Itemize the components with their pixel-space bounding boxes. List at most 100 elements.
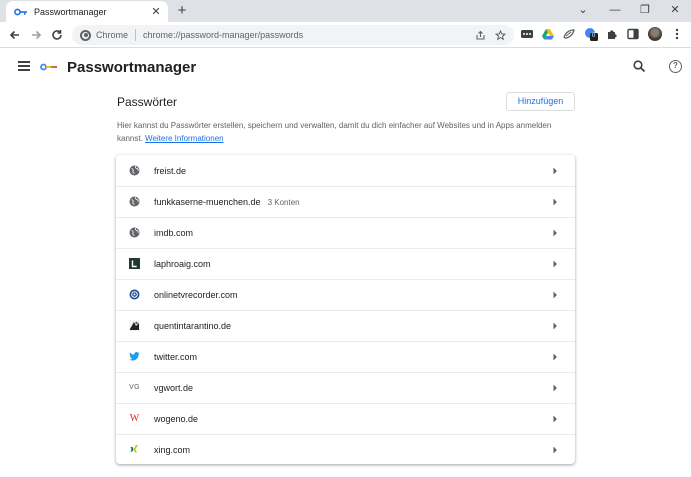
tab-search-icon[interactable]: ⌄ — [568, 2, 598, 18]
address-bar[interactable]: Chrome chrome://password-manager/passwor… — [72, 25, 514, 45]
chevron-right-icon[interactable] — [552, 446, 558, 454]
more-menu-icon[interactable] — [670, 27, 684, 41]
password-entry-row[interactable]: freist.de — [116, 155, 575, 186]
row-divider — [116, 248, 575, 249]
app-header: Passwortmanager ? — [0, 49, 691, 87]
otr-icon — [129, 289, 140, 300]
site-url: wogeno.de — [154, 413, 199, 424]
passwords-description: Hier kannst du Passwörter erstellen, spe… — [117, 119, 567, 145]
site-name: imdb.com — [154, 228, 200, 238]
row-divider — [116, 372, 575, 373]
profile-avatar[interactable] — [648, 27, 662, 41]
chevron-right-icon[interactable] — [552, 198, 558, 206]
reload-icon[interactable] — [48, 26, 66, 44]
extension-glyph-icon[interactable] — [562, 27, 576, 41]
site-url: vgwort.de — [154, 382, 194, 393]
site-url: twitter.com — [154, 351, 198, 362]
password-entry-row[interactable]: VG vgwort.de — [116, 372, 575, 403]
site-url: funkkaserne-muenchen.de — [154, 196, 261, 207]
page-title: Passwörter — [117, 95, 178, 109]
site-name: laphroaig.com — [154, 259, 218, 269]
extensions-puzzle-icon[interactable] — [605, 27, 619, 41]
key-icon — [14, 8, 27, 15]
password-list: freist.de funkkaserne-muenchen.de 3 Konten… — [116, 155, 575, 464]
row-divider — [116, 310, 575, 311]
menu-icon[interactable] — [18, 61, 30, 71]
globe-icon — [129, 196, 140, 207]
password-entry-row[interactable]: xing.com — [116, 434, 575, 465]
side-panel-icon[interactable] — [626, 27, 640, 41]
url-text[interactable]: chrome://password-manager/passwords — [143, 30, 475, 40]
password-entry-row[interactable]: imdb.com — [116, 217, 575, 248]
site-url: onlinetvrecorder.com — [154, 289, 238, 300]
tab-strip: Passwortmanager ✕ + ⌄ — ❐ ✕ — [0, 0, 691, 22]
vg-icon: VG — [129, 384, 140, 391]
new-tab-button[interactable]: + — [174, 3, 190, 19]
extension-badge-icon[interactable]: 0 — [584, 27, 598, 41]
xing-icon — [129, 444, 140, 455]
omnibox-chrome-label: Chrome — [96, 30, 129, 40]
row-divider — [116, 279, 575, 280]
site-name: funkkaserne-muenchen.de 3 Konten — [154, 197, 300, 207]
extension-badge-count: 0 — [592, 33, 596, 39]
chevron-right-icon[interactable] — [552, 167, 558, 175]
twitter-bird-icon — [129, 351, 140, 362]
password-entry-row[interactable]: quentintarantino.de — [116, 310, 575, 341]
site-name: onlinetvrecorder.com — [154, 290, 245, 300]
globe-icon — [129, 165, 140, 176]
password-entry-row[interactable]: Wwogeno.de — [116, 403, 575, 434]
account-count: 3 Konten — [267, 197, 300, 207]
chevron-right-icon[interactable] — [552, 260, 558, 268]
chevron-right-icon[interactable] — [552, 384, 558, 392]
learn-more-link[interactable]: Weitere Informationen — [145, 134, 224, 143]
site-name: twitter.com — [154, 352, 204, 362]
tab-close-icon[interactable]: ✕ — [150, 6, 162, 18]
tab-title: Passwortmanager — [34, 6, 107, 17]
row-divider — [116, 341, 575, 342]
chevron-right-icon[interactable] — [552, 353, 558, 361]
chevron-right-icon[interactable] — [552, 291, 558, 299]
site-name: quentintarantino.de — [154, 321, 238, 331]
browser-toolbar: Chrome chrome://password-manager/passwor… — [0, 22, 691, 48]
close-window-button[interactable]: ✕ — [660, 2, 690, 18]
bookmark-star-icon[interactable] — [495, 29, 506, 41]
password-manager-logo-icon — [40, 63, 57, 71]
site-name: freist.de — [154, 166, 193, 176]
app-title: Passwortmanager — [67, 59, 197, 76]
forward-arrow-icon[interactable] — [27, 26, 45, 44]
wogeno-w-icon: W — [129, 413, 140, 424]
chevron-right-icon[interactable] — [552, 322, 558, 330]
help-icon[interactable]: ? — [669, 60, 682, 73]
site-name: vgwort.de — [154, 383, 200, 393]
omnibox-separator — [135, 29, 137, 41]
row-divider — [116, 403, 575, 404]
chevron-right-icon[interactable] — [552, 415, 558, 423]
site-url: freist.de — [154, 165, 187, 176]
site-url: quentintarantino.de — [154, 320, 232, 331]
globe-icon — [129, 227, 140, 238]
add-password-button[interactable]: Hinzufügen — [506, 92, 575, 111]
site-url: imdb.com — [154, 227, 194, 238]
search-icon[interactable] — [632, 59, 646, 73]
laphroaig-icon — [129, 258, 140, 269]
google-drive-icon[interactable] — [541, 27, 555, 41]
minimize-window-button[interactable]: — — [600, 2, 630, 18]
site-url: laphroaig.com — [154, 258, 211, 269]
back-arrow-icon[interactable] — [6, 26, 24, 44]
password-entry-row[interactable]: onlinetvrecorder.com — [116, 279, 575, 310]
share-icon[interactable] — [475, 30, 486, 41]
tarantino-icon — [129, 320, 140, 331]
tab-passwortmanager[interactable]: Passwortmanager ✕ — [6, 1, 168, 22]
site-name: xing.com — [154, 445, 197, 455]
restore-window-button[interactable]: ❐ — [630, 2, 660, 18]
password-entry-row[interactable]: laphroaig.com — [116, 248, 575, 279]
row-divider — [116, 434, 575, 435]
row-divider — [116, 186, 575, 187]
row-divider — [116, 217, 575, 218]
password-entry-row[interactable]: funkkaserne-muenchen.de 3 Konten — [116, 186, 575, 217]
extension-dots-icon[interactable] — [520, 27, 534, 41]
chevron-right-icon[interactable] — [552, 229, 558, 237]
site-name: wogeno.de — [154, 414, 205, 424]
password-entry-row[interactable]: twitter.com — [116, 341, 575, 372]
site-url: xing.com — [154, 444, 191, 455]
